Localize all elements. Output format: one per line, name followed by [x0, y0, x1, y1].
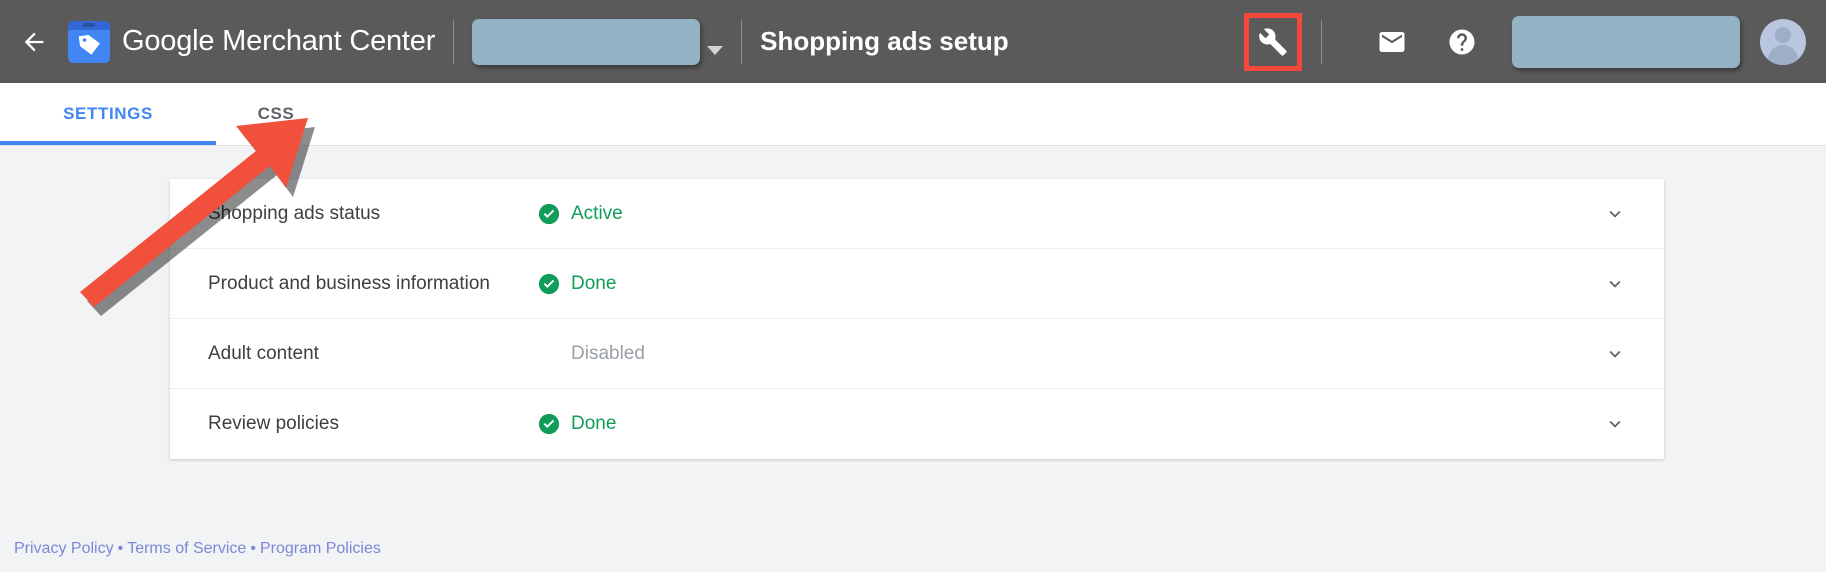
- check-circle-icon: [538, 273, 560, 295]
- link-terms-of-service[interactable]: Terms of Service: [127, 540, 246, 557]
- wrench-icon[interactable]: [1244, 12, 1302, 71]
- link-privacy-policy[interactable]: Privacy Policy: [14, 540, 114, 557]
- row-label-adult-content: Adult content: [208, 342, 319, 364]
- check-circle-icon: [538, 413, 560, 435]
- merchant-center-logo-icon: [68, 20, 110, 63]
- row-label-review-policies: Review policies: [208, 413, 339, 434]
- footer-separator: •: [250, 540, 256, 557]
- chevron-down-icon[interactable]: [1602, 411, 1628, 437]
- brand-name-merchant-center: Merchant Center: [214, 25, 436, 57]
- row-status: Done: [538, 413, 1602, 435]
- table-row[interactable]: Product and business information Done: [170, 249, 1664, 319]
- tab-bar: SETTINGS CSS: [0, 83, 1826, 146]
- check-circle-icon: [538, 203, 560, 225]
- shopping-ads-setup-card: Shopping ads status Active Product and b…: [170, 179, 1664, 459]
- help-question-icon[interactable]: [1438, 18, 1486, 66]
- row-label-shopping-ads-status: Shopping ads status: [208, 202, 381, 224]
- row-status: Disabled: [538, 343, 1602, 365]
- brand-name: Google Merchant Center: [122, 25, 435, 58]
- page-title: Shopping ads setup: [760, 26, 1009, 56]
- row-label-product-and-business-information: Product and business information: [208, 272, 490, 294]
- mail-icon[interactable]: [1368, 18, 1416, 66]
- status-badge: Disabled: [571, 342, 645, 364]
- header-divider-1: [453, 19, 455, 64]
- header-divider-2: [741, 19, 743, 64]
- tab-css[interactable]: CSS: [216, 83, 336, 145]
- app-header: Google Merchant Center Shopping ads setu…: [0, 0, 1826, 83]
- link-program-policies[interactable]: Program Policies: [260, 540, 381, 557]
- row-status: Done: [538, 273, 1602, 295]
- table-row[interactable]: Review policies Done: [170, 389, 1664, 459]
- footer-links: Privacy Policy • Terms of Service • Program …: [14, 540, 381, 558]
- status-badge: Done: [571, 272, 617, 294]
- brand-name-google: Google: [122, 25, 215, 57]
- chevron-down-icon[interactable]: [1602, 271, 1628, 297]
- main-content: Shopping ads status Active Product and b…: [0, 146, 1826, 572]
- table-row[interactable]: Adult content Disabled: [170, 319, 1664, 389]
- account-selector[interactable]: [472, 18, 701, 65]
- chevron-down-icon[interactable]: [707, 46, 724, 55]
- chevron-down-icon[interactable]: [1602, 201, 1628, 227]
- brand-logo-and-name[interactable]: Google Merchant Center: [68, 20, 435, 63]
- chevron-down-icon[interactable]: [1602, 341, 1628, 367]
- back-arrow-icon[interactable]: [14, 22, 54, 62]
- header-redacted-field[interactable]: [1512, 15, 1740, 68]
- status-badge: Active: [571, 202, 623, 224]
- table-row[interactable]: Shopping ads status Active: [170, 179, 1664, 249]
- status-badge: Done: [571, 413, 617, 434]
- user-avatar-icon[interactable]: [1760, 18, 1806, 65]
- footer-separator: •: [117, 540, 124, 557]
- header-divider-3: [1321, 19, 1322, 64]
- tab-settings[interactable]: SETTINGS: [0, 83, 216, 145]
- row-status: Active: [538, 203, 1602, 225]
